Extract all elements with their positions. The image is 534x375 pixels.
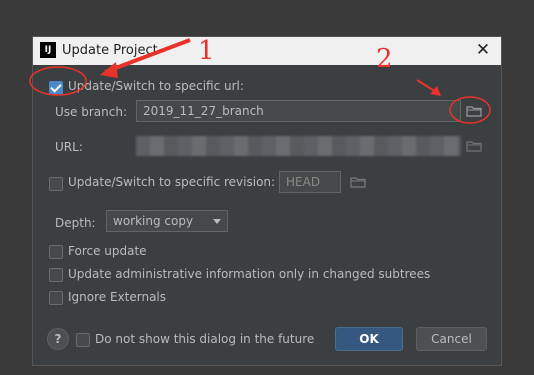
annotation-arrow-2 (416, 79, 437, 93)
annotation-overlay (29, 38, 491, 124)
annotation-marker-2: 2 (376, 44, 393, 74)
annotation-arrow-1 (104, 38, 191, 74)
annotation-arrowhead-1 (100, 62, 118, 78)
annotation-circle-folder (449, 96, 491, 124)
annotation-circle-checkbox (29, 66, 87, 96)
annotation-arrowhead-2 (430, 86, 441, 96)
annotation-marker-1: 1 (198, 36, 215, 66)
